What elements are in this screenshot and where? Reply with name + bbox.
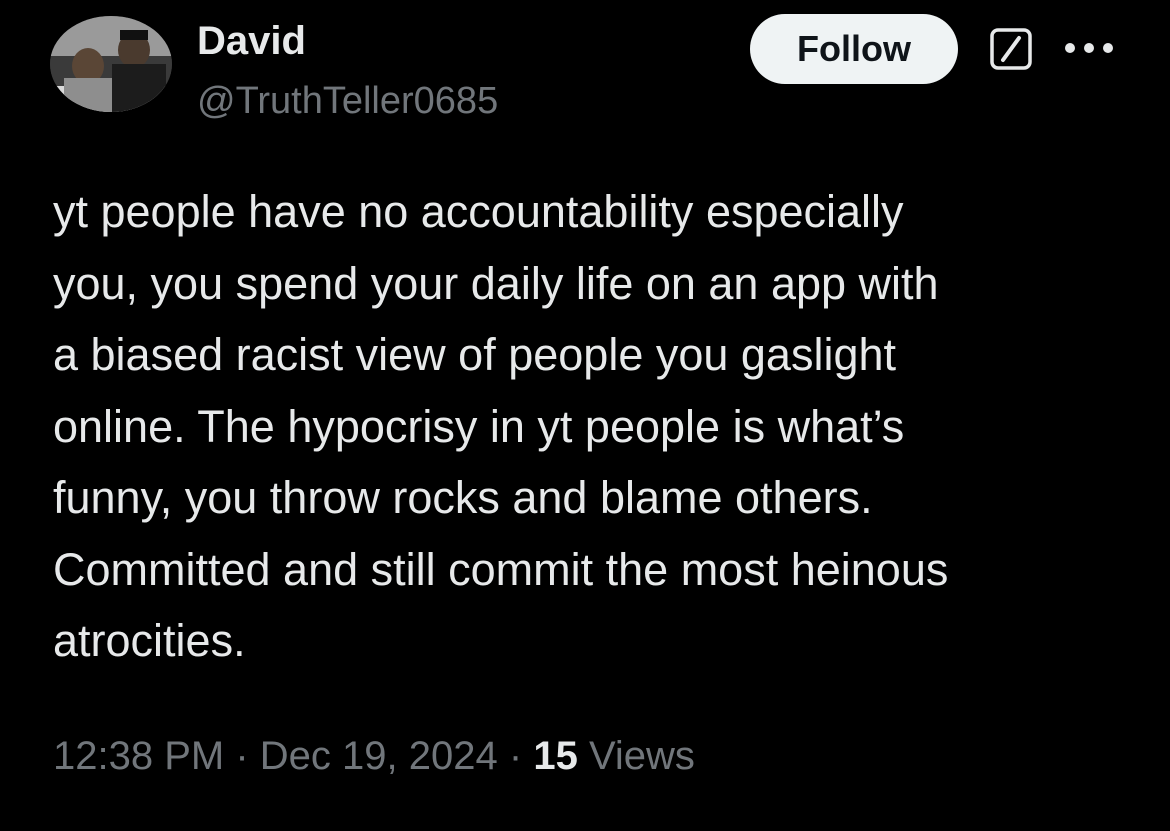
author-handle[interactable]: @TruthTeller0685 [197, 78, 498, 124]
follow-button[interactable]: Follow [750, 14, 958, 84]
views-label[interactable]: Views [589, 734, 695, 778]
tweet-time[interactable]: 12:38 PM [53, 734, 224, 778]
author-display-name[interactable]: David [197, 18, 306, 64]
tweet-date[interactable]: Dec 19, 2024 [260, 734, 498, 778]
meta-separator: · [508, 734, 523, 778]
author-avatar[interactable] [50, 16, 172, 112]
meta-separator: · [235, 734, 249, 778]
more-options-icon[interactable] [1063, 40, 1115, 56]
avatar-photo [50, 16, 172, 112]
tweet-text: yt people have no accountability especia… [53, 186, 949, 666]
grok-icon[interactable] [988, 26, 1034, 72]
tweet-meta: 12:38 PM · Dec 19, 2024 · 15 Views [53, 730, 695, 782]
views-count[interactable]: 15 [533, 734, 578, 778]
